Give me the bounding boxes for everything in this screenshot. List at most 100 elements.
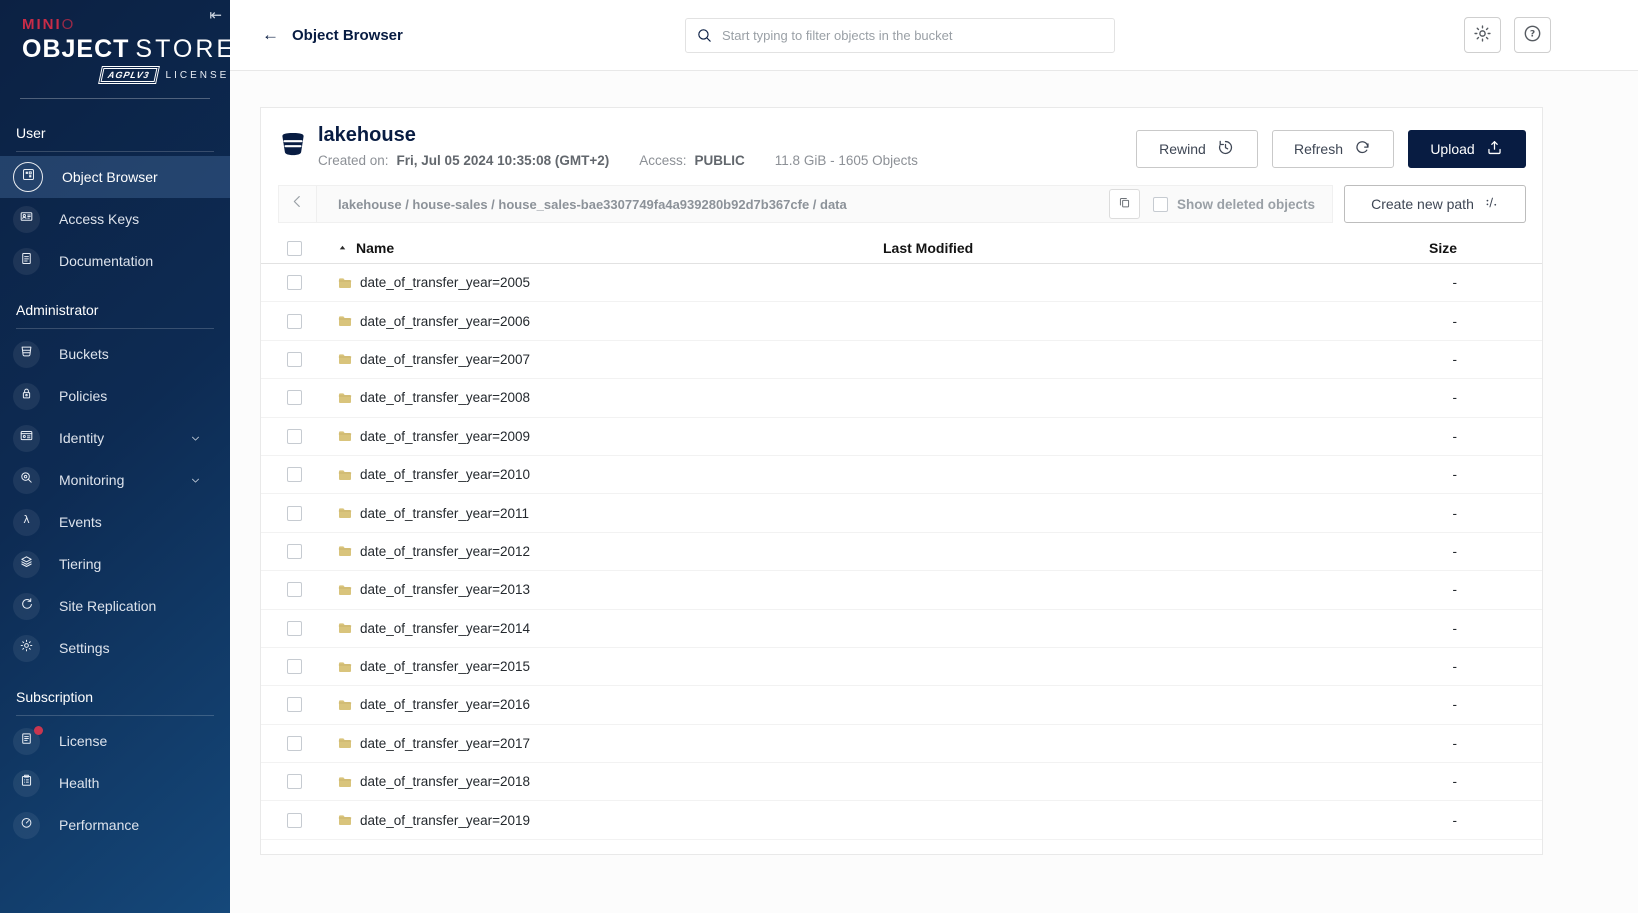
sidebar-item-tiering[interactable]: Tiering [0, 543, 230, 585]
table-row[interactable]: date_of_transfer_year=2019 - [261, 801, 1542, 839]
monitoring-icon [13, 467, 40, 494]
minio-logo: MINIO OBJECTSTORE AGPLV3 LICENSE [0, 0, 230, 82]
sidebar-item-site-replication[interactable]: Site Replication [0, 585, 230, 627]
column-header-size[interactable]: Size [1397, 240, 1542, 256]
bucket-name: lakehouse [318, 123, 918, 147]
rewind-button[interactable]: Rewind [1136, 130, 1258, 168]
show-deleted-checkbox[interactable] [1153, 197, 1168, 212]
row-checkbox[interactable] [287, 659, 302, 674]
sidebar-item-identity[interactable]: Identity [0, 417, 230, 459]
table-row[interactable]: date_of_transfer_year=2009 - [261, 418, 1542, 456]
chevron-left-icon [289, 193, 306, 215]
settings-icon [13, 635, 40, 662]
row-checkbox[interactable] [287, 390, 302, 405]
sidebar-item-documentation[interactable]: Documentation [0, 240, 230, 282]
object-name[interactable]: date_of_transfer_year=2009 [360, 429, 530, 444]
sidebar-item-performance[interactable]: Performance [0, 804, 230, 846]
object-name[interactable]: date_of_transfer_year=2012 [360, 544, 530, 559]
row-checkbox[interactable] [287, 506, 302, 521]
row-checkbox[interactable] [287, 621, 302, 636]
sidebar-item-policies[interactable]: Policies [0, 375, 230, 417]
object-name[interactable]: date_of_transfer_year=2019 [360, 813, 530, 828]
object-name[interactable]: date_of_transfer_year=2018 [360, 774, 530, 789]
copy-icon [1117, 195, 1132, 213]
sidebar-item-buckets[interactable]: Buckets [0, 333, 230, 375]
agpl-badge: AGPLV3 [101, 68, 157, 82]
table-row[interactable]: date_of_transfer_year=2012 - [261, 533, 1542, 571]
object-name[interactable]: date_of_transfer_year=2013 [360, 582, 530, 597]
row-checkbox[interactable] [287, 697, 302, 712]
table-row[interactable]: date_of_transfer_year=2015 - [261, 648, 1542, 686]
table-row[interactable]: date_of_transfer_year=2018 - [261, 763, 1542, 801]
sidebar-item-license[interactable]: License [0, 720, 230, 762]
row-checkbox[interactable] [287, 429, 302, 444]
table-row[interactable]: date_of_transfer_year=2005 - [261, 264, 1542, 302]
created-label: Created on: [318, 153, 389, 168]
breadcrumb[interactable]: lakehouse / house-sales / house_sales-ba… [317, 197, 1109, 212]
sidebar-collapse-icon[interactable]: ⇤ [209, 6, 222, 24]
breadcrumb-bar: lakehouse / house-sales / house_sales-ba… [278, 185, 1333, 223]
sidebar-item-access-keys[interactable]: Access Keys [0, 198, 230, 240]
row-checkbox[interactable] [287, 275, 302, 290]
refresh-button[interactable]: Refresh [1272, 130, 1394, 168]
upload-button[interactable]: Upload [1408, 130, 1526, 168]
object-size: - [1397, 275, 1542, 290]
copy-path-button[interactable] [1109, 189, 1140, 219]
select-all-checkbox[interactable] [287, 241, 302, 256]
row-checkbox[interactable] [287, 582, 302, 597]
row-checkbox[interactable] [287, 467, 302, 482]
back-arrow-icon[interactable]: ← [262, 25, 279, 45]
table-row[interactable]: date_of_transfer_year=2008 - [261, 379, 1542, 417]
performance-icon [13, 812, 40, 839]
breadcrumb-back-button[interactable] [279, 186, 317, 222]
search-input[interactable] [722, 28, 1104, 43]
object-name[interactable]: date_of_transfer_year=2005 [360, 275, 530, 290]
table-row[interactable]: date_of_transfer_year=2013 - [261, 571, 1542, 609]
object-name[interactable]: date_of_transfer_year=2017 [360, 736, 530, 751]
sidebar-item-events[interactable]: λ Events [0, 501, 230, 543]
column-header-last-modified[interactable]: Last Modified [883, 240, 1397, 256]
table-row[interactable]: date_of_transfer_year=2007 - [261, 341, 1542, 379]
object-name[interactable]: date_of_transfer_year=2010 [360, 467, 530, 482]
table-row[interactable]: date_of_transfer_year=2016 - [261, 686, 1542, 724]
sidebar-item-object-browser[interactable]: Object Browser [0, 156, 230, 198]
object-size: - [1397, 467, 1542, 482]
help-button[interactable]: ? [1514, 17, 1551, 53]
table-row[interactable]: date_of_transfer_year=2011 - [261, 494, 1542, 532]
create-new-path-button[interactable]: Create new path [1344, 185, 1526, 223]
object-name[interactable]: date_of_transfer_year=2014 [360, 621, 530, 636]
column-header-name[interactable]: Name [356, 240, 394, 256]
show-deleted-toggle[interactable]: Show deleted objects [1153, 197, 1315, 212]
row-checkbox[interactable] [287, 813, 302, 828]
topbar: ← Object Browser ? [230, 0, 1638, 71]
table-row[interactable]: date_of_transfer_year=2006 - [261, 302, 1542, 340]
sidebar: ⇤ MINIO OBJECTSTORE AGPLV3 LICENSE User … [0, 0, 230, 913]
sidebar-item-label: Access Keys [59, 211, 139, 227]
sidebar-section-divider [16, 328, 214, 329]
row-checkbox[interactable] [287, 736, 302, 751]
bucket-header: lakehouse Created on: Fri, Jul 05 2024 1… [261, 108, 1542, 180]
folder-icon [337, 697, 353, 713]
object-name[interactable]: date_of_transfer_year=2008 [360, 390, 530, 405]
sidebar-item-settings[interactable]: Settings [0, 627, 230, 669]
object-name[interactable]: date_of_transfer_year=2011 [360, 506, 529, 521]
object-name[interactable]: date_of_transfer_year=2015 [360, 659, 530, 674]
license-icon [13, 728, 40, 755]
sidebar-item-health[interactable]: Health [0, 762, 230, 804]
table-row[interactable]: date_of_transfer_year=2014 - [261, 610, 1542, 648]
chevron-down-icon[interactable] [189, 474, 202, 487]
table-row[interactable]: date_of_transfer_year=2010 - [261, 456, 1542, 494]
chevron-down-icon[interactable] [189, 432, 202, 445]
object-name[interactable]: date_of_transfer_year=2006 [360, 314, 530, 329]
sidebar-item-monitoring[interactable]: Monitoring [0, 459, 230, 501]
table-row[interactable]: date_of_transfer_year=2017 - [261, 725, 1542, 763]
row-checkbox[interactable] [287, 352, 302, 367]
sort-ascending-icon[interactable] [337, 243, 348, 254]
object-browser-icon [13, 162, 43, 192]
object-name[interactable]: date_of_transfer_year=2007 [360, 352, 530, 367]
row-checkbox[interactable] [287, 774, 302, 789]
row-checkbox[interactable] [287, 314, 302, 329]
row-checkbox[interactable] [287, 544, 302, 559]
settings-button[interactable] [1464, 17, 1501, 53]
object-name[interactable]: date_of_transfer_year=2016 [360, 697, 530, 712]
